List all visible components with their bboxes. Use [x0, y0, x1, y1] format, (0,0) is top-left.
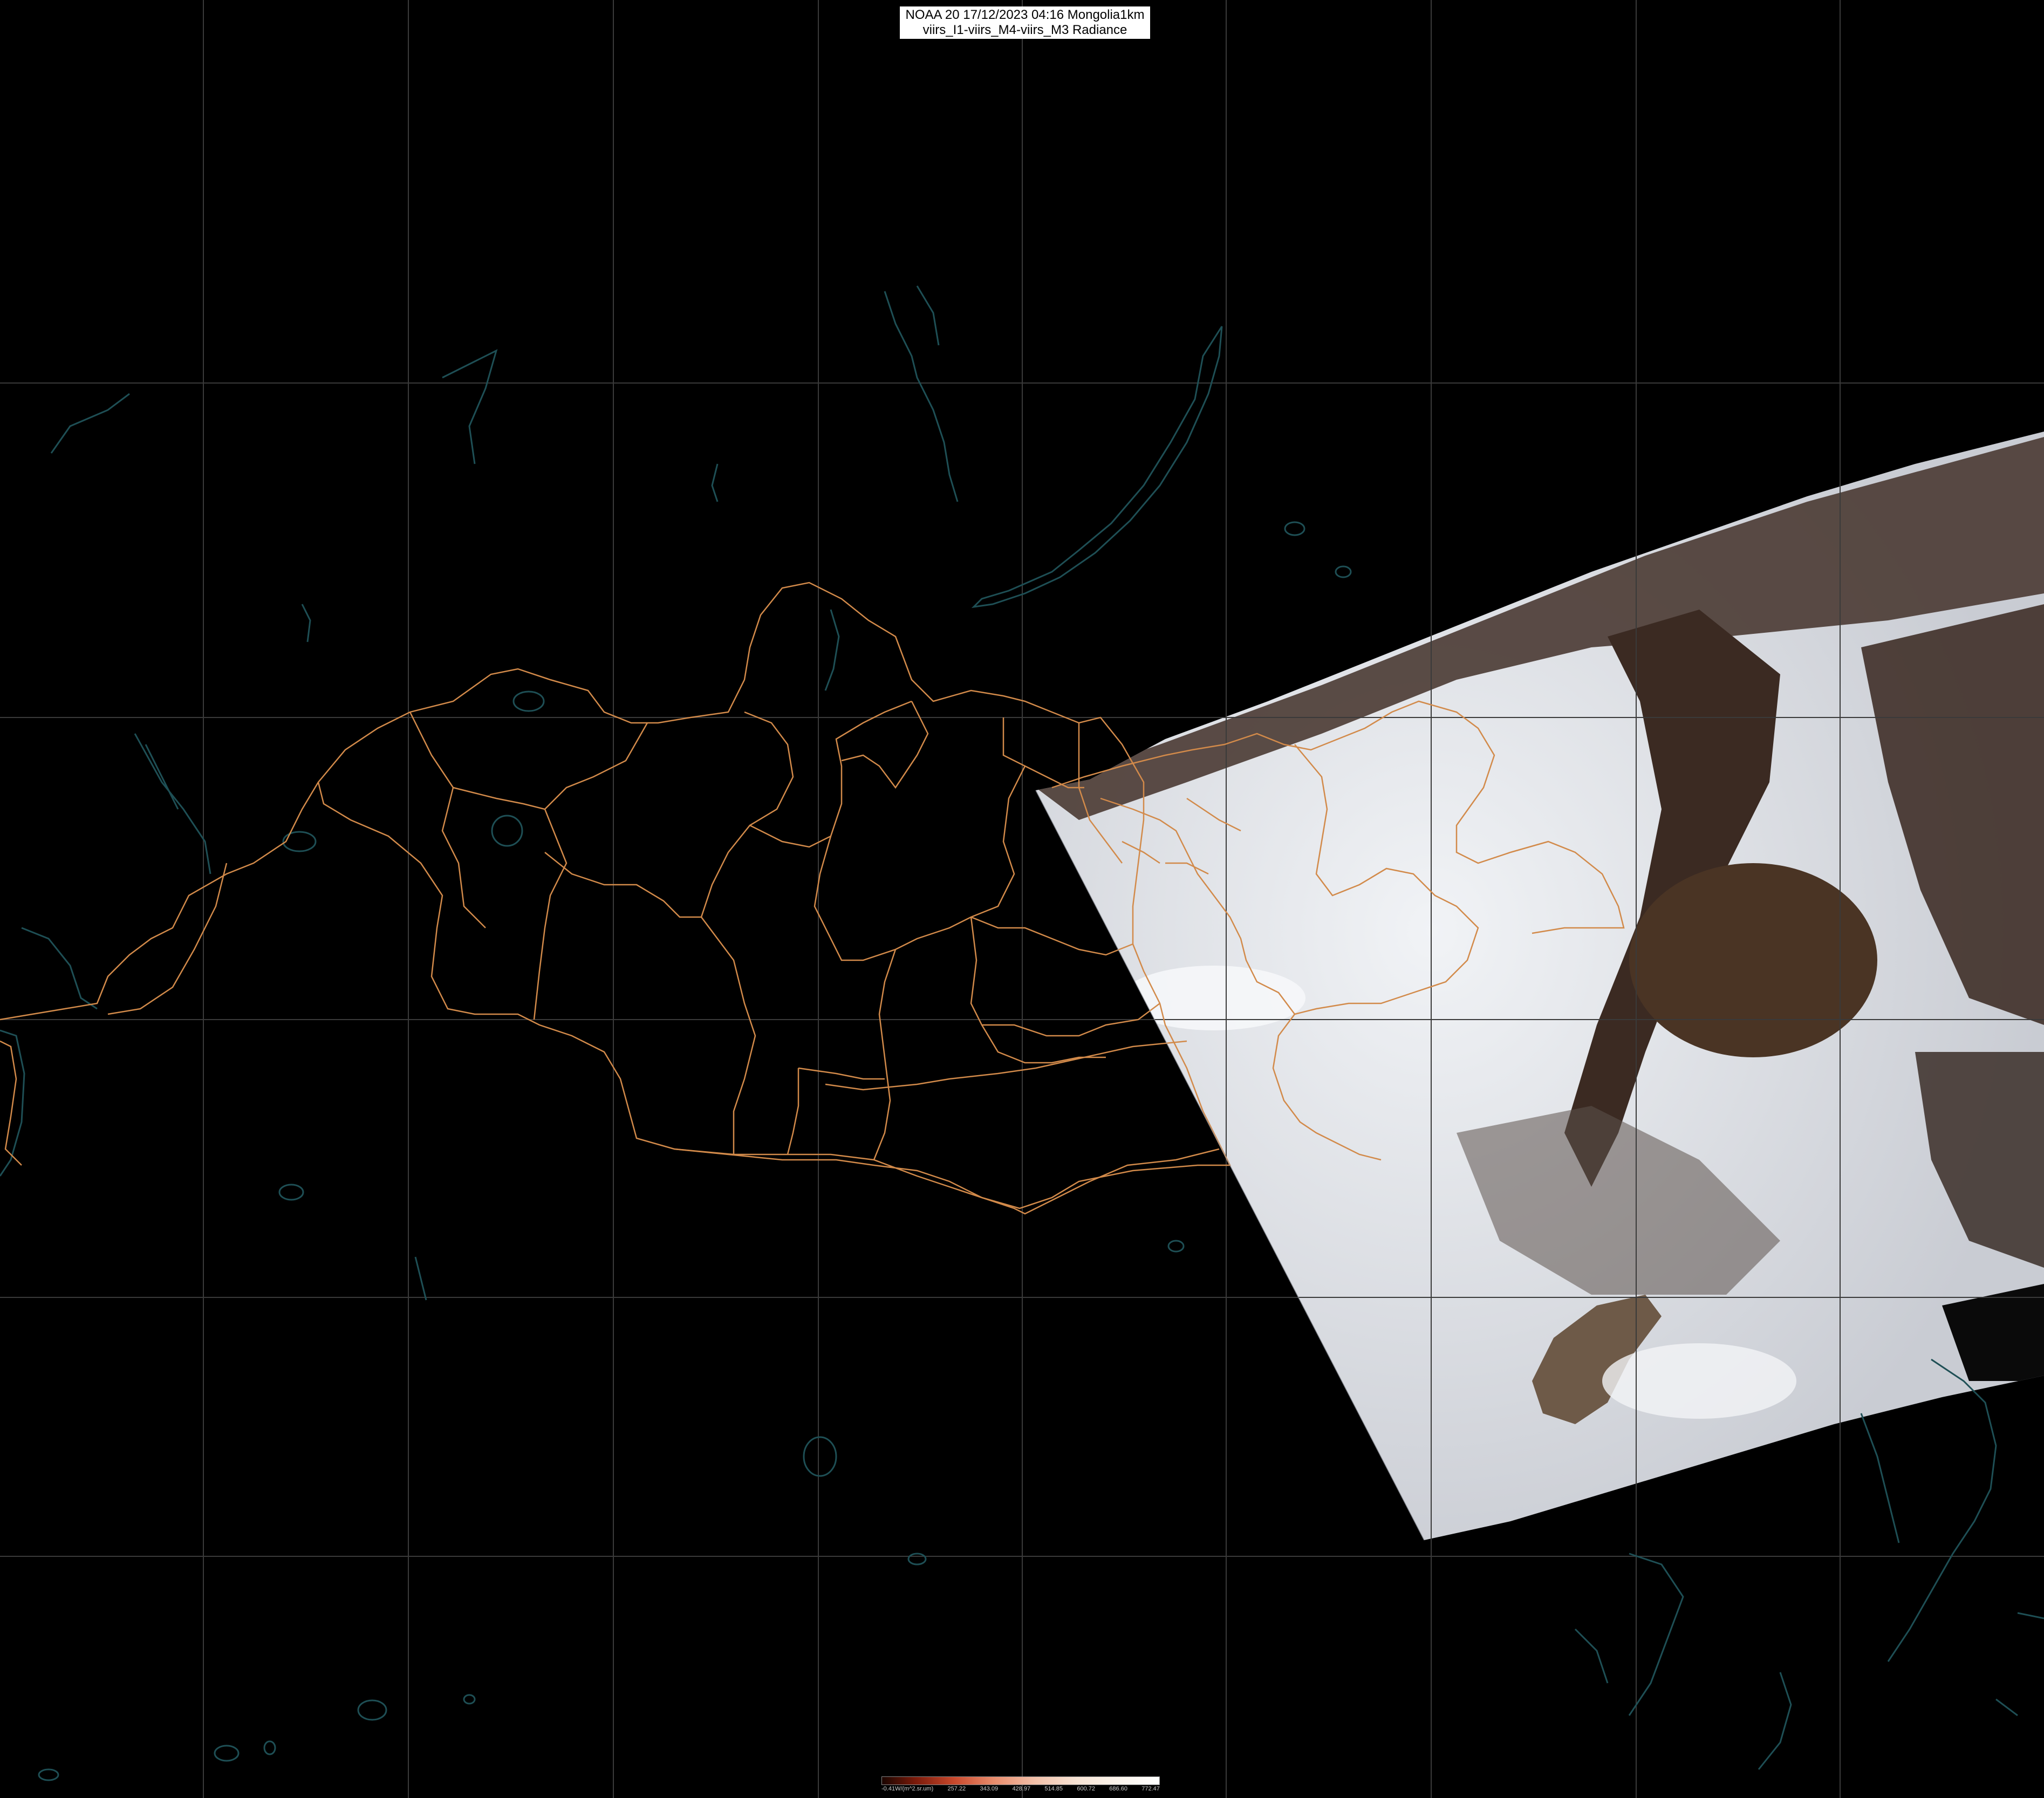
- satellite-map: [0, 0, 2044, 1798]
- colorbar: -0.41W/(m^2.sr.um) 257.22 343.09 428.97 …: [881, 1776, 1160, 1793]
- title-satellite-line: NOAA 20 17/12/2023 04:16 Mongolia1km: [905, 8, 1145, 22]
- colorbar-label: 600.72: [1077, 1786, 1095, 1792]
- colorbar-label: 257.22: [947, 1786, 966, 1792]
- colorbar-label: 514.85: [1044, 1786, 1063, 1792]
- colorbar-ramp: [881, 1776, 1160, 1785]
- colorbar-label: 428.97: [1012, 1786, 1031, 1792]
- colorbar-label: 772.47: [1141, 1786, 1160, 1792]
- title-product-line: viirs_I1-viirs_M4-viirs_M3 Radiance: [922, 23, 1127, 37]
- colorbar-label: 343.09: [980, 1786, 999, 1792]
- map-title: NOAA 20 17/12/2023 04:16 Mongolia1km vii…: [900, 6, 1150, 39]
- colorbar-label: 686.60: [1109, 1786, 1127, 1792]
- colorbar-labels: -0.41W/(m^2.sr.um) 257.22 343.09 428.97 …: [881, 1785, 1160, 1793]
- colorbar-label: -0.41W/(m^2.sr.um): [881, 1786, 934, 1792]
